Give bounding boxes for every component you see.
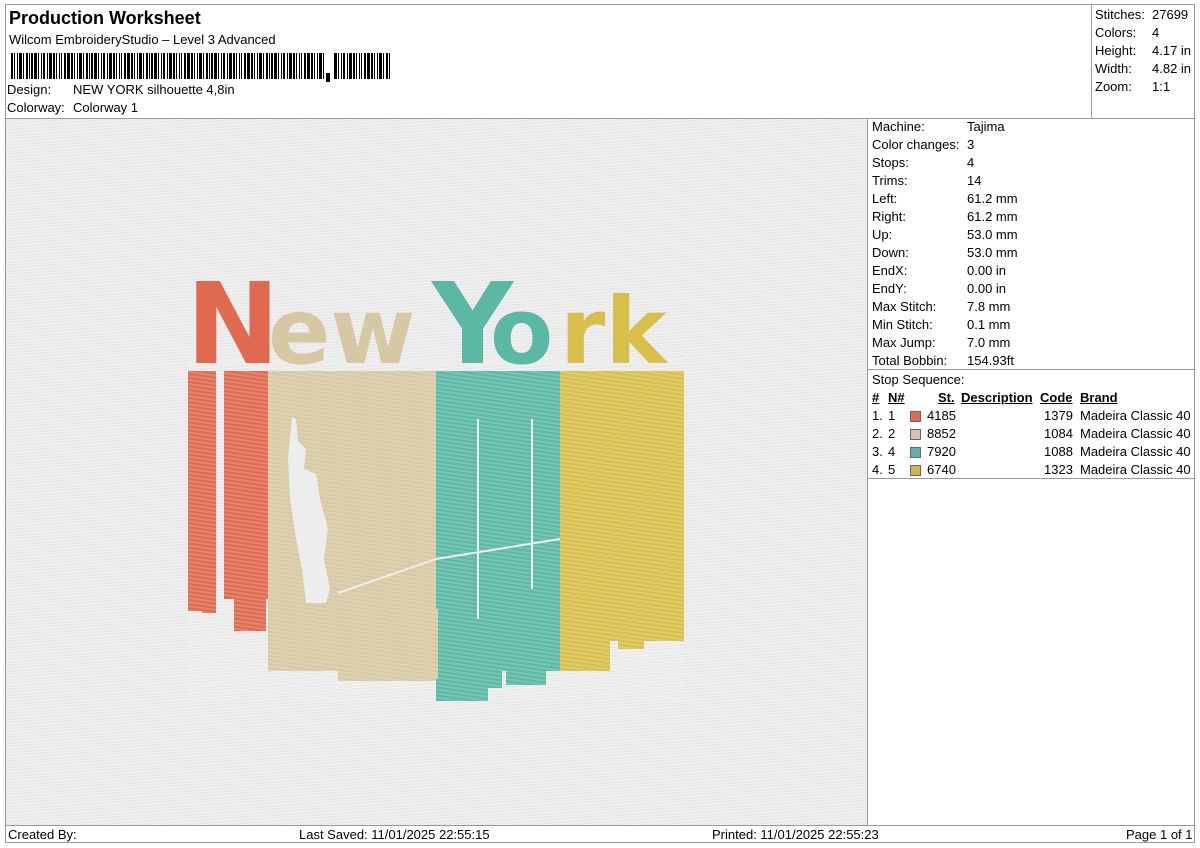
info-machine: Machine: Tajima (872, 119, 1005, 134)
row-brand: Madeira Classic 40 (1080, 462, 1191, 477)
row-brand: Madeira Classic 40 (1080, 408, 1191, 423)
thread-color-swatch (910, 411, 921, 422)
row-stitches: 6740 (927, 462, 956, 477)
stat-height: Height: 4.17 in (1095, 43, 1192, 58)
col-n: N# (888, 390, 905, 405)
barcode (11, 53, 390, 82)
row-code: 1088 (1044, 444, 1073, 459)
colorway-label: Colorway: (7, 100, 65, 115)
col-description: Description (961, 390, 1033, 405)
row-code: 1379 (1044, 408, 1073, 423)
info-color-changes: Color changes: 3 (872, 137, 975, 152)
info-endy: EndY: 0.00 in (872, 281, 1007, 296)
info-max-jump: Max Jump: 7.0 mm (872, 335, 1011, 350)
worksheet-header: Production Worksheet Wilcom EmbroiderySt… (5, 4, 1093, 118)
colorway-value: Colorway 1 (73, 100, 139, 115)
row-needle: 2 (888, 426, 896, 441)
row-index: 1. (872, 408, 883, 423)
stat-stitches: Stitches: 27699 (1095, 7, 1189, 22)
col-hash: # (872, 390, 880, 405)
info-stops: Stops: 4 (872, 155, 975, 170)
divider (868, 478, 1195, 479)
info-up: Up: 53.0 mm (872, 227, 1018, 242)
design-preview: N ew Y o rk (6, 119, 867, 825)
divider (868, 369, 1195, 370)
row-needle: 4 (888, 444, 896, 459)
row-stitches: 7920 (927, 444, 956, 459)
design-row: Design: NEW YORK silhouette 4,8in (7, 82, 235, 97)
embroidery-artwork: N ew Y o rk (186, 260, 684, 701)
col-code: Code (1040, 390, 1073, 405)
row-needle: 1 (888, 408, 896, 423)
row-index: 4. (872, 462, 883, 477)
thread-color-swatch (910, 429, 921, 440)
info-min-stitch: Min Stitch: 0.1 mm (872, 317, 1011, 332)
info-max-stitch: Max Stitch: 7.8 mm (872, 299, 1011, 314)
stop-sequence-title: Stop Sequence: (872, 372, 965, 387)
row-needle: 5 (888, 462, 896, 477)
info-left: Left: 61.2 mm (872, 191, 1018, 206)
lettering-ew: ew (268, 278, 415, 385)
row-index: 3. (872, 444, 883, 459)
stat-zoom: Zoom: 1:1 (1095, 79, 1171, 94)
info-trims: Trims: 14 (872, 173, 982, 188)
info-down: Down: 53.0 mm (872, 245, 1018, 260)
page-number: Page 1 of 1 (1126, 827, 1193, 842)
colorway-row: Colorway: Colorway 1 (7, 100, 138, 115)
skyline-strips (188, 371, 684, 701)
printed-date: Printed: 11/01/2025 22:55:23 (712, 827, 879, 842)
info-right: Right: 61.2 mm (872, 209, 1018, 224)
last-saved: Last Saved: 11/01/2025 22:55:15 (299, 827, 490, 842)
row-stitches: 4185 (927, 408, 956, 423)
created-by: Created By: (8, 827, 77, 842)
row-brand: Madeira Classic 40 (1080, 444, 1191, 459)
row-stitches: 8852 (927, 426, 956, 441)
lettering-rk: rk (560, 278, 668, 385)
thread-color-swatch (910, 447, 921, 458)
lettering-n: N (186, 260, 280, 390)
software-name: Wilcom EmbroideryStudio – Level 3 Advanc… (9, 32, 276, 47)
stat-width: Width: 4.82 in (1095, 61, 1192, 76)
design-label: Design: (7, 82, 52, 97)
stat-colors: Colors: 4 (1095, 25, 1160, 40)
design-value: NEW YORK silhouette 4,8in (73, 82, 235, 97)
row-code: 1323 (1044, 462, 1073, 477)
col-st: St. (938, 390, 955, 405)
page-title: Production Worksheet (9, 8, 201, 28)
lettering-o: o (490, 278, 553, 385)
thread-color-swatch (910, 465, 921, 476)
col-brand: Brand (1080, 390, 1118, 405)
row-code: 1084 (1044, 426, 1073, 441)
info-endx: EndX: 0.00 in (872, 263, 1007, 278)
divider (5, 825, 1195, 826)
row-index: 2. (872, 426, 883, 441)
design-stats: Stitches: 27699 Colors: 4 Height: 4.17 in W… (1091, 4, 1195, 118)
divider (867, 119, 868, 825)
row-brand: Madeira Classic 40 (1080, 426, 1191, 441)
info-total-bobbin: Total Bobbin: 154.93ft (872, 353, 1014, 368)
